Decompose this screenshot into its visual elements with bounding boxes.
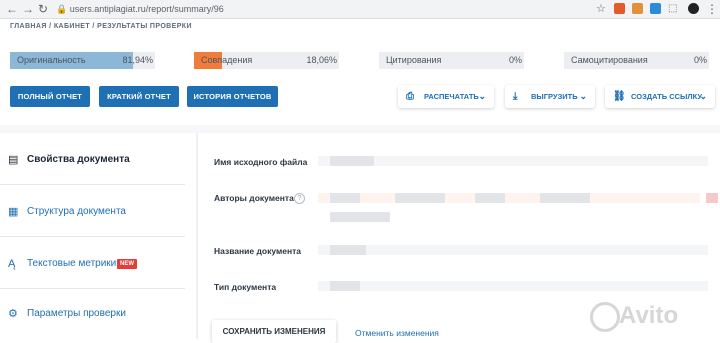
metric-self-citations: Самоцитирования 0% — [564, 52, 709, 69]
remove-author-icon[interactable] — [706, 193, 718, 203]
author-value — [395, 193, 445, 203]
document-title-value — [330, 245, 366, 255]
breadcrumb-home[interactable]: ГЛАВНАЯ — [10, 23, 47, 30]
metric-matches: Совпадения 18,06% — [194, 52, 339, 69]
back-icon[interactable]: ← — [6, 2, 18, 16]
extension-icon-2[interactable] — [632, 3, 643, 14]
author-value — [330, 212, 390, 222]
breadcrumb-cabinet[interactable]: КАБИНЕТ — [54, 23, 90, 30]
authors-label: Авторы документа — [214, 193, 294, 203]
reload-icon[interactable]: ↻ — [38, 2, 48, 16]
browser-toolbar: ← → ↻ 🔒 users.antiplagiat.ru/report/summ… — [0, 0, 720, 19]
metric-originality: Оригинальность 81,94% — [10, 52, 155, 69]
forward-icon[interactable]: → — [22, 2, 34, 16]
sidebar-divider — [0, 184, 185, 185]
print-button[interactable]: ⎙ РАСПЕЧАТАТЬ ⌄ — [398, 85, 494, 108]
save-changes-button[interactable]: СОХРАНИТЬ ИЗМЕНЕНИЯ — [212, 320, 336, 343]
sidebar-item-text-metrics[interactable]: Ą Текстовые метрики NEW — [8, 254, 188, 274]
sidebar-item-document-structure[interactable]: ▦ Структура документа — [8, 202, 188, 222]
authors-field[interactable] — [318, 193, 700, 203]
document-type-select[interactable] — [318, 281, 708, 291]
export-button[interactable]: ⤓ ВЫГРУЗИТЬ ⌄ — [505, 85, 595, 108]
create-link-button[interactable]: ⛓ СОЗДАТЬ ССЫЛКУ ⌄ — [605, 85, 715, 108]
full-report-button[interactable]: ПОЛНЫЙ ОТЧЕТ — [10, 86, 90, 107]
file-name-field[interactable] — [318, 156, 708, 166]
extension-icon-1[interactable] — [614, 3, 625, 14]
breadcrumb-current: РЕЗУЛЬТАТЫ ПРОВЕРКИ — [97, 23, 192, 30]
cancel-changes-link[interactable]: Отменить изменения — [355, 328, 439, 338]
report-history-button[interactable]: ИСТОРИЯ ОТЧЕТОВ — [187, 86, 278, 107]
link-icon: ⛓ — [613, 91, 626, 102]
structure-icon: ▦ — [8, 206, 19, 218]
sidebar-item-check-parameters[interactable]: ⚙ Параметры проверки — [8, 304, 188, 324]
extensions-puzzle-icon[interactable]: ⬚ — [668, 2, 677, 16]
address-bar[interactable]: 🔒 users.antiplagiat.ru/report/summary/96 — [56, 2, 584, 16]
help-icon[interactable]: ? — [294, 193, 305, 204]
chevron-down-icon: ⌄ — [579, 91, 587, 101]
new-badge: NEW — [117, 259, 137, 269]
profile-avatar[interactable] — [688, 3, 699, 14]
document-title-field[interactable] — [318, 245, 708, 255]
metric-citations: Цитирования 0% — [379, 52, 524, 69]
breadcrumb: ГЛАВНАЯ / КАБИНЕТ / РЕЗУЛЬТАТЫ ПРОВЕРКИ — [10, 23, 192, 30]
extension-icon-3[interactable] — [650, 3, 661, 14]
sidebar-item-document-properties[interactable]: ▤ Свойства документа — [8, 150, 188, 170]
metrics-icon: Ą — [8, 258, 16, 270]
document-icon: ▤ — [8, 154, 19, 166]
browser-menu-icon[interactable]: ⋮ — [706, 2, 718, 16]
file-name-value — [330, 156, 374, 166]
author-value — [475, 193, 505, 203]
chevron-down-icon: ⌄ — [699, 91, 707, 101]
gear-icon: ⚙ — [8, 308, 18, 320]
download-icon: ⤓ — [513, 91, 518, 102]
document-type-value — [330, 281, 360, 291]
author-value — [540, 193, 590, 203]
document-type-label: Тип документа — [214, 282, 277, 292]
document-title-label: Название документа — [214, 246, 301, 256]
lock-icon: 🔒 — [56, 4, 68, 14]
short-report-button[interactable]: КРАТКИЙ ОТЧЕТ — [99, 86, 179, 107]
watermark-logo-icon — [590, 302, 620, 332]
url-text: users.antiplagiat.ru/report/summary/96 — [69, 4, 224, 14]
author-value — [330, 193, 360, 203]
sidebar-divider — [0, 236, 185, 237]
printer-icon: ⎙ — [406, 91, 414, 102]
sidebar-divider — [0, 288, 185, 289]
watermark: Avito — [619, 302, 679, 329]
sidebar-border — [196, 133, 198, 339]
file-name-label: Имя исходного файла — [214, 157, 308, 167]
bookmark-star-icon[interactable]: ☆ — [596, 2, 606, 16]
chevron-down-icon: ⌄ — [478, 91, 486, 101]
section-divider — [0, 125, 720, 133]
